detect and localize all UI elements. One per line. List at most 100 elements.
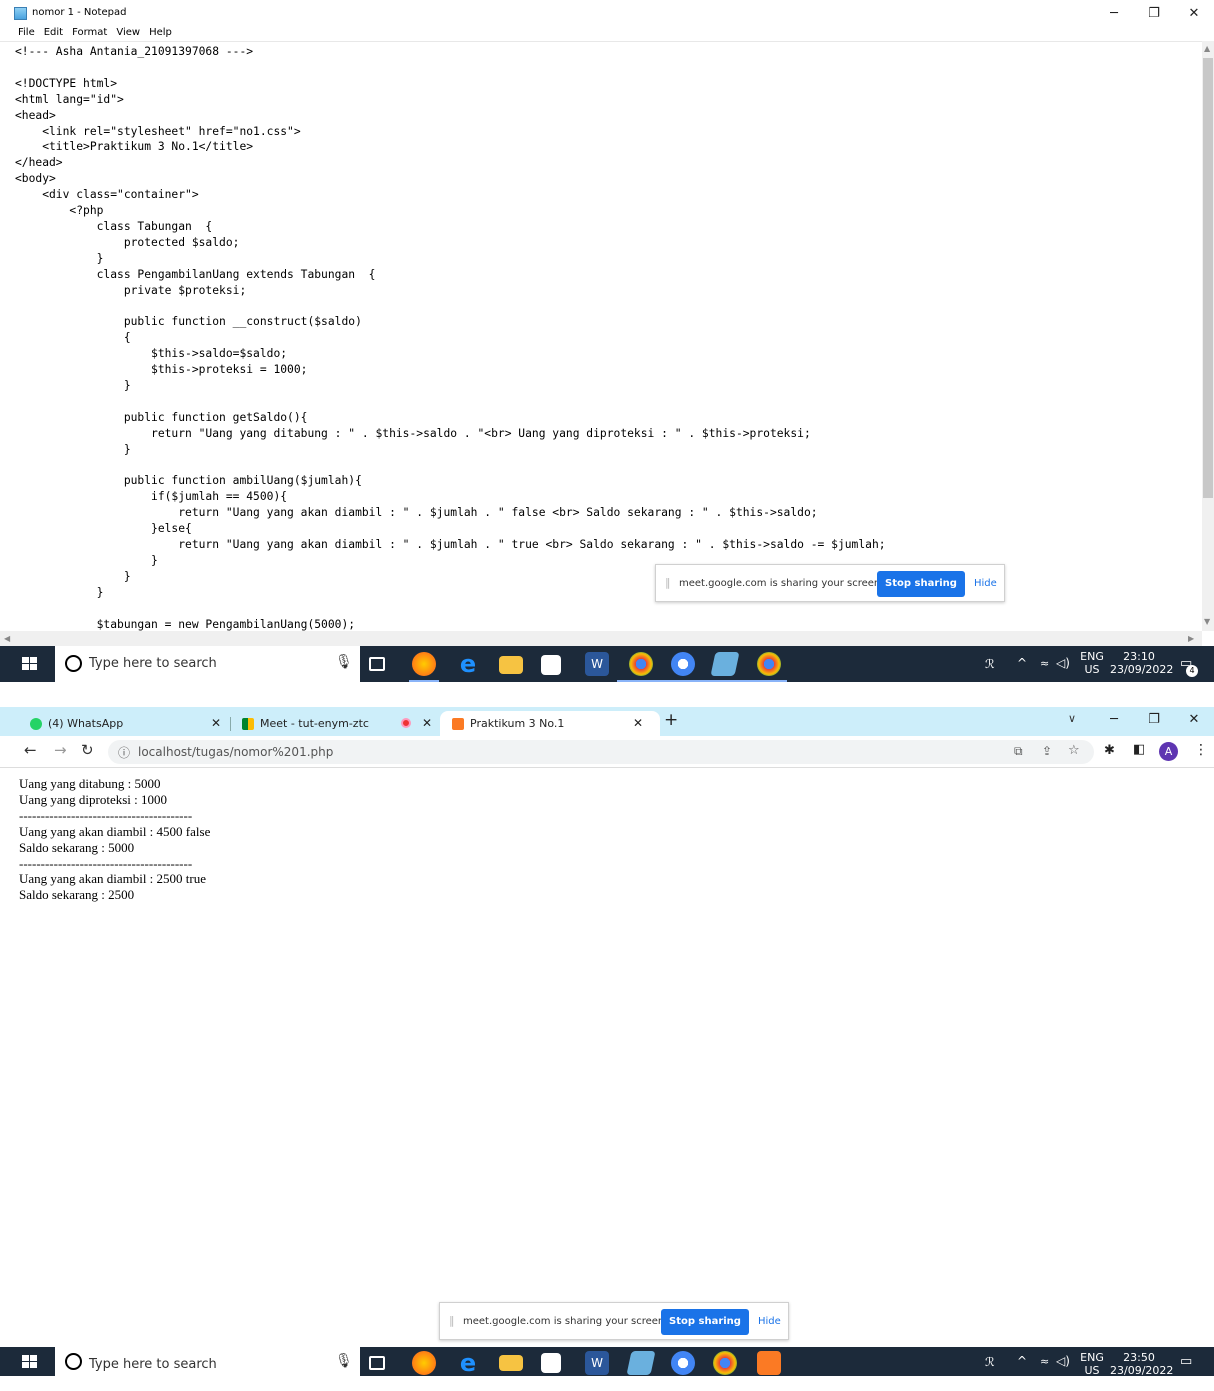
chrome-profile-icon[interactable] — [671, 1351, 695, 1375]
store-icon[interactable] — [541, 1353, 561, 1373]
tab-label: (4) WhatsApp — [48, 717, 124, 730]
new-tab-icon[interactable]: + — [664, 710, 678, 730]
tab-strip: (4) WhatsApp ✕ Meet - tut-enym-ztc ✕ Pra… — [0, 707, 1214, 737]
language-indicator[interactable]: ENG US — [1080, 1351, 1104, 1387]
notification-icon[interactable]: ▭ — [1180, 1354, 1192, 1390]
notepad-titlebar[interactable]: nomor 1 - Notepad ─ ❐ ✕ — [0, 0, 1214, 28]
clock[interactable]: 23:10 23/09/2022 — [1110, 650, 1174, 686]
firefox-icon[interactable] — [412, 1351, 436, 1375]
chrome-profile-icon[interactable] — [671, 652, 695, 676]
notepad-app-icon[interactable] — [626, 1351, 656, 1375]
word-icon[interactable]: W — [585, 652, 609, 676]
edge-icon[interactable]: e — [456, 1351, 480, 1375]
people-icon[interactable]: ℛ — [985, 1355, 995, 1391]
close-button[interactable]: ✕ — [1176, 710, 1212, 730]
address-bar[interactable]: ⓘ localhost/tugas/nomor%201.php ⧉ ⇪ ☆ — [108, 740, 1094, 764]
volume-icon[interactable]: ◁) — [1056, 656, 1070, 692]
scrollbar-thumb[interactable] — [1203, 58, 1213, 498]
close-tab-icon[interactable]: ✕ — [211, 716, 221, 730]
tab-meet[interactable]: Meet - tut-enym-ztc ✕ — [230, 711, 440, 737]
clock-date: 23/09/2022 — [1110, 1364, 1174, 1377]
menu-kebab-icon[interactable]: ⋮ — [1194, 742, 1208, 758]
tab-whatsapp[interactable]: (4) WhatsApp ✕ — [18, 711, 230, 737]
chevron-up-icon[interactable]: ^ — [1017, 1354, 1027, 1390]
restore-button[interactable]: ❐ — [1136, 710, 1172, 730]
bookmark-star-icon[interactable]: ☆ — [1068, 743, 1080, 758]
close-tab-icon[interactable]: ✕ — [422, 716, 432, 730]
meet-icon — [242, 718, 254, 730]
chrome-window-icon[interactable] — [757, 652, 781, 676]
clock[interactable]: 23:50 23/09/2022 — [1110, 1351, 1174, 1387]
menu-file[interactable]: File — [18, 27, 35, 41]
chrome-app-icon[interactable] — [629, 652, 653, 676]
menu-format[interactable]: Format — [72, 27, 107, 41]
notepad-app-icon[interactable] — [710, 652, 740, 676]
windows-start-icon[interactable] — [22, 1355, 38, 1369]
file-explorer-icon[interactable] — [499, 656, 523, 674]
tab-label: Meet - tut-enym-ztc — [260, 717, 369, 730]
tab-search-icon[interactable]: ∨ — [1068, 712, 1076, 725]
menu-bar: File Edit Format View Help — [18, 27, 172, 41]
hide-button[interactable]: Hide — [758, 1316, 781, 1327]
drag-handle-icon[interactable]: ‖ — [665, 576, 671, 589]
minimize-button[interactable]: ─ — [1096, 4, 1132, 24]
language-indicator[interactable]: ENG US — [1080, 650, 1104, 686]
extensions-icon[interactable]: ✱ — [1104, 743, 1115, 758]
back-icon[interactable]: ← — [24, 741, 37, 759]
microphone-icon[interactable]: 🎙 — [335, 654, 353, 670]
scroll-up-icon[interactable]: ▲ — [1204, 44, 1210, 53]
scroll-left-icon[interactable]: ◀ — [4, 634, 10, 643]
edge-icon[interactable]: e — [456, 652, 480, 676]
drag-handle-icon[interactable]: ‖ — [449, 1314, 455, 1327]
forward-icon[interactable]: → — [54, 741, 67, 759]
url-text: localhost/tugas/nomor%201.php — [138, 745, 334, 759]
region-code: US — [1084, 1364, 1100, 1377]
file-explorer-icon[interactable] — [499, 1355, 523, 1371]
horizontal-scrollbar[interactable]: ◀ ▶ — [0, 631, 1202, 646]
chevron-up-icon[interactable]: ^ — [1017, 656, 1027, 692]
notepad-window: nomor 1 - Notepad ─ ❐ ✕ File Edit Format… — [0, 0, 1214, 646]
search-box[interactable]: Type here to search 🎙 — [55, 646, 360, 682]
share-message: meet.google.com is sharing your screen. — [679, 578, 884, 589]
task-view-icon[interactable] — [369, 1356, 385, 1370]
network-icon[interactable]: ≈ — [1040, 1355, 1049, 1391]
xampp-icon[interactable] — [757, 1351, 781, 1375]
task-view-icon[interactable] — [369, 657, 385, 671]
tab-praktikum[interactable]: Praktikum 3 No.1 ✕ — [440, 711, 660, 737]
menu-edit[interactable]: Edit — [44, 27, 63, 41]
info-icon[interactable]: ⓘ — [118, 744, 130, 761]
clock-date: 23/09/2022 — [1110, 663, 1174, 676]
avatar[interactable]: A — [1159, 742, 1178, 761]
microphone-icon[interactable]: 🎙 — [335, 1353, 353, 1369]
scroll-right-icon[interactable]: ▶ — [1188, 634, 1194, 643]
notepad-icon — [14, 7, 27, 20]
volume-icon[interactable]: ◁) — [1056, 1354, 1070, 1390]
browser-toolbar: ← → ↻ ⓘ localhost/tugas/nomor%201.php ⧉ … — [0, 736, 1214, 768]
search-box[interactable]: Type here to search 🎙 — [55, 1347, 360, 1376]
menu-view[interactable]: View — [116, 27, 140, 41]
share-icon[interactable]: ⇪ — [1042, 744, 1052, 758]
close-tab-icon[interactable]: ✕ — [633, 716, 643, 730]
chrome-app-icon[interactable] — [713, 1351, 737, 1375]
hide-button[interactable]: Hide — [974, 578, 997, 589]
word-icon[interactable]: W — [585, 1351, 609, 1375]
translate-icon[interactable]: ⧉ — [1014, 744, 1023, 759]
minimize-button[interactable]: ─ — [1096, 710, 1132, 730]
text-editor[interactable]: <!--- Asha Antania_21091397068 ---> <!DO… — [0, 41, 1202, 631]
cortana-icon — [65, 1353, 82, 1370]
network-icon[interactable]: ≈ — [1040, 657, 1049, 693]
firefox-icon[interactable] — [412, 652, 436, 676]
clock-time: 23:50 — [1123, 1351, 1155, 1364]
stop-sharing-button[interactable]: Stop sharing — [661, 1309, 749, 1335]
close-button[interactable]: ✕ — [1176, 4, 1212, 24]
windows-start-icon[interactable] — [22, 657, 38, 671]
stop-sharing-button[interactable]: Stop sharing — [877, 571, 965, 597]
restore-button[interactable]: ❐ — [1136, 4, 1172, 24]
search-placeholder: Type here to search — [89, 1357, 217, 1372]
scroll-down-icon[interactable]: ▼ — [1204, 617, 1210, 626]
people-icon[interactable]: ℛ — [985, 657, 995, 693]
side-panel-icon[interactable]: ◧ — [1133, 742, 1145, 757]
menu-help[interactable]: Help — [149, 27, 172, 41]
store-icon[interactable] — [541, 655, 561, 675]
reload-icon[interactable]: ↻ — [81, 741, 94, 759]
